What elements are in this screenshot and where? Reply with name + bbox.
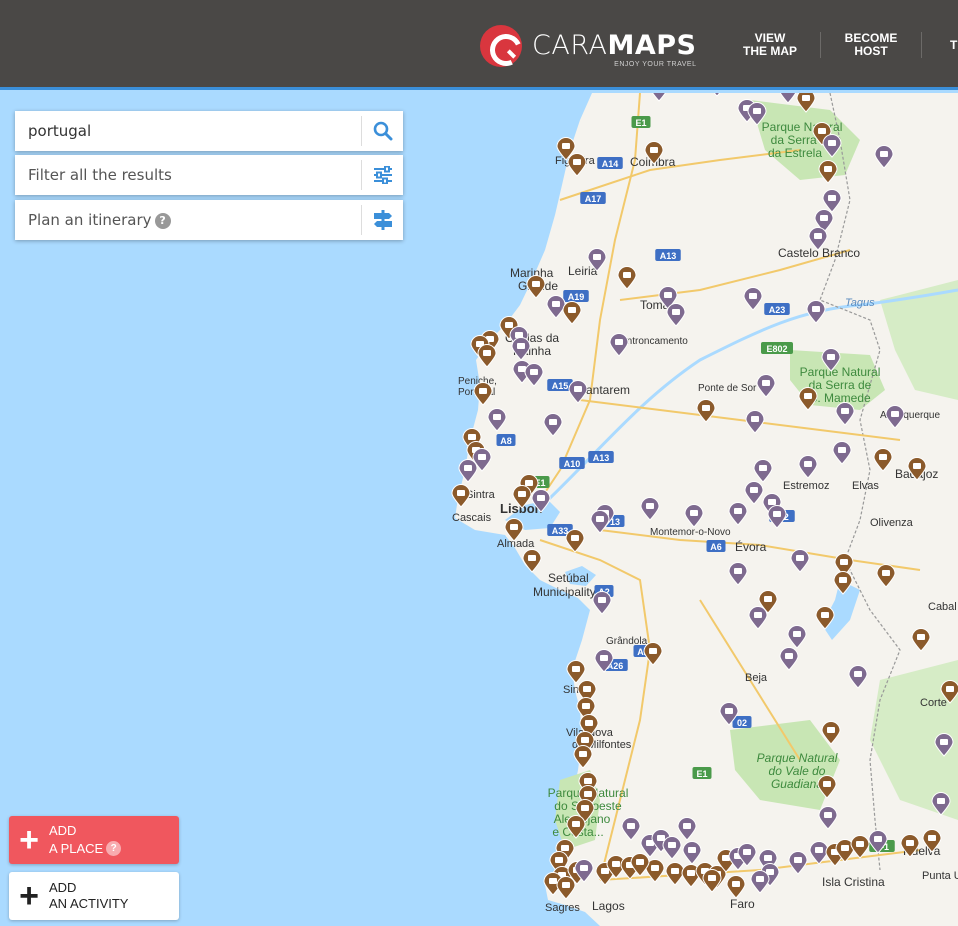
itinerary-label-text: Plan an itinerary <box>28 211 152 229</box>
add-activity-label: ADD AN ACTIVITY <box>49 880 129 911</box>
road-shield-label: A33 <box>552 526 569 536</box>
road-shield-label: E1 <box>635 118 646 128</box>
city-label: Almada <box>497 538 535 550</box>
filter-box[interactable]: Filter all the results <box>15 155 403 195</box>
nav-become-host[interactable]: BECOME HOST <box>821 32 921 58</box>
signpost-icon <box>373 210 392 230</box>
logo-tagline: ENJOY YOUR TRAVEL <box>614 61 697 68</box>
city-label: Montemor-o-Novo <box>650 527 731 538</box>
city-label: Estremoz <box>783 480 829 492</box>
city-label: Faro <box>730 897 755 911</box>
sliders-icon <box>373 166 392 184</box>
itinerary-box[interactable]: Plan an itinerary? <box>15 200 403 240</box>
search-box: portugal <box>15 111 403 151</box>
river-label: Tagus <box>845 297 875 309</box>
itinerary-button[interactable] <box>362 200 403 240</box>
logo-text: CARAMAPS ENJOY YOUR TRAVEL <box>532 30 697 69</box>
nav-view-the-map[interactable]: VIEW THE MAP <box>720 32 820 58</box>
road-shield-label: 02 <box>737 718 747 728</box>
top-nav: VIEW THE MAP BECOME HOST T <box>720 0 958 90</box>
road-shield-label: A6 <box>710 542 722 552</box>
road-shield-label: E1 <box>696 769 707 779</box>
top-bar: CARAMAPS ENJOY YOUR TRAVEL VIEW THE MAP … <box>0 0 958 90</box>
city-label: Sagres <box>545 902 580 914</box>
city-label: Corte <box>920 697 947 709</box>
city-label: Isla Cristina <box>822 875 885 889</box>
road-shield-label: A14 <box>602 159 619 169</box>
road-shield-label: A19 <box>568 292 585 302</box>
road-shield-label: A15 <box>552 381 569 391</box>
city-label: Olivenza <box>870 517 914 529</box>
road-shield-label: E802 <box>766 344 787 354</box>
city-label: Beja <box>745 672 768 684</box>
plus-icon: + <box>19 877 39 915</box>
logo-word-light: CARA <box>532 30 608 61</box>
city-label: Punta U <box>922 870 958 882</box>
add-place-label: ADD A PLACE? <box>49 822 122 858</box>
road-shield-label: A17 <box>585 194 602 204</box>
city-label: Cascais <box>452 512 492 524</box>
nav-item-cut[interactable]: T <box>922 39 958 52</box>
help-icon[interactable]: ? <box>154 212 171 229</box>
filter-label: Filter all the results <box>28 166 172 184</box>
caramaps-logo-icon <box>480 25 522 67</box>
road-shield-label: A13 <box>593 453 610 463</box>
help-icon[interactable]: ? <box>106 841 122 857</box>
logo-word-bold: MAPS <box>607 30 697 61</box>
city-label: Cabal <box>928 601 957 613</box>
road-shield-label: A10 <box>564 459 581 469</box>
search-button[interactable] <box>362 111 403 151</box>
search-input[interactable]: portugal <box>15 122 361 140</box>
add-activity-button[interactable]: + ADD AN ACTIVITY <box>9 872 179 920</box>
city-label: Évora <box>735 539 767 554</box>
road-shield-label: A23 <box>769 305 786 315</box>
add-place-text: ADD A PLACE <box>49 823 104 856</box>
city-label: Lagos <box>592 899 625 913</box>
city-label: Ponte de Sor <box>698 383 757 394</box>
itinerary-label: Plan an itinerary? <box>15 211 361 229</box>
add-place-button[interactable]: + ADD A PLACE? <box>9 816 179 864</box>
city-label: Entroncamento <box>620 336 688 347</box>
road-shield-label: A8 <box>500 436 512 446</box>
city-label: Elvas <box>852 480 879 492</box>
road-shield-label: A13 <box>660 251 677 261</box>
filter-button[interactable] <box>362 155 403 195</box>
plus-icon: + <box>19 821 39 859</box>
search-icon <box>373 121 392 141</box>
caramaps-logo[interactable]: CARAMAPS ENJOY YOUR TRAVEL <box>480 24 696 68</box>
city-label: Sintra <box>466 489 496 501</box>
